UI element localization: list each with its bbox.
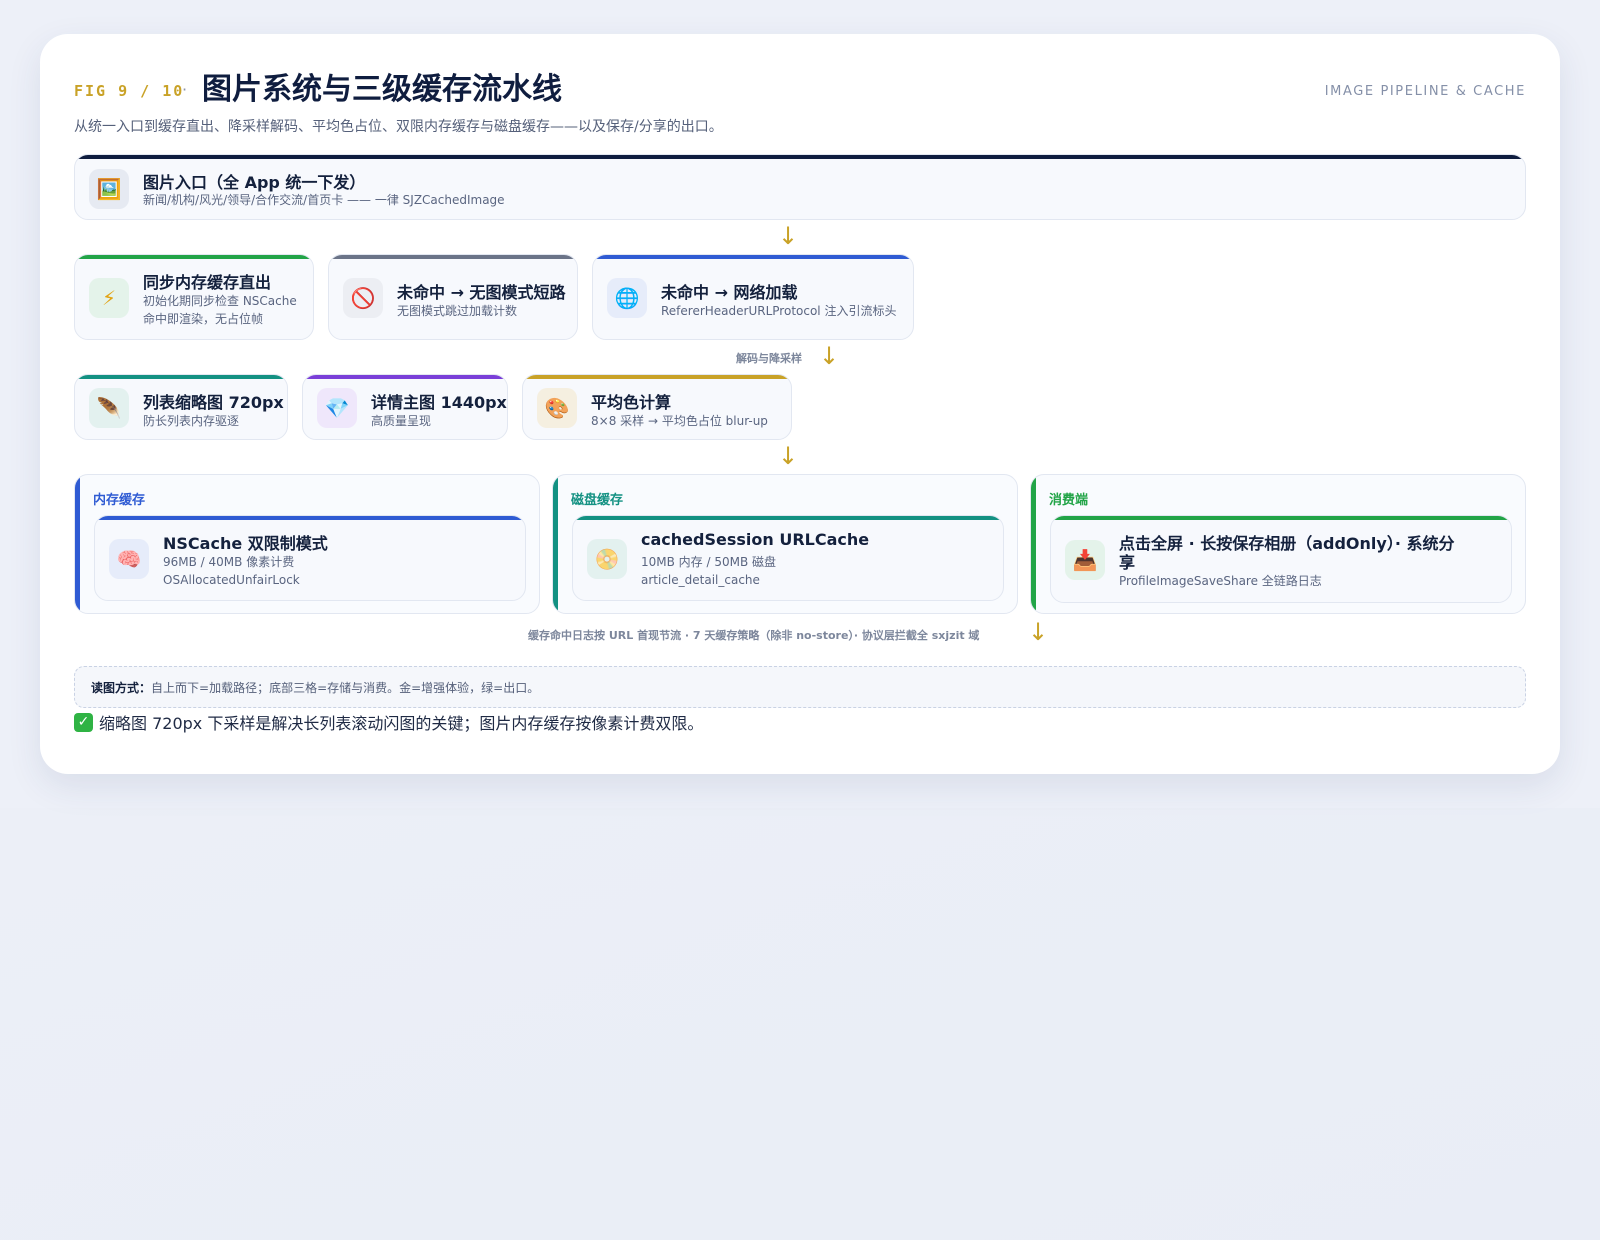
node-title: 享 [1119, 553, 1136, 572]
node-urlcache: 📀 cachedSession URLCache 10MB 内存 / 50MB … [572, 515, 1004, 601]
node-title: 列表缩略图 720px [143, 393, 284, 412]
node-title: 平均色计算 [591, 393, 672, 412]
node-title: 详情主图 1440px [371, 393, 507, 412]
figure-title: 图片系统与三级缓存流水线 [202, 72, 562, 107]
node-title: 未命中 → 无图模式短路 [397, 283, 566, 302]
figure-subtitle: 从统一入口到缓存直出、降采样解码、平均色占位、双限内存缓存与磁盘缓存——以及保存… [74, 119, 723, 135]
edge-label-decode: 解码与降采样 [736, 352, 802, 365]
arrow-down: ↓ [778, 442, 799, 470]
figure-tag: IMAGE PIPELINE & CACHE [1324, 84, 1526, 99]
node-subtitle: 无图模式跳过加载计数 [397, 304, 518, 318]
reading-guide-text: 自上而下=加载路径；底部三格=存储与消费。金=增强体验，绿=出口。 [151, 681, 540, 695]
node-subtitle: 高质量呈现 [371, 414, 432, 428]
node-title: 同步内存缓存直出 [143, 273, 272, 292]
key-takeaway: ✓ 缩略图 720px 下采样是解决长列表滚动闪图的关键；图片内存缓存按像素计费… [74, 710, 703, 734]
figure-number: FIG 9 / 10 [74, 82, 185, 100]
palette-icon: 🎨 [537, 388, 577, 428]
node-subtitle: 初始化期同步检查 NSCache [143, 294, 297, 308]
title-separator: · [182, 80, 188, 99]
feather-icon: 🪶 [89, 388, 129, 428]
disc-icon: 📀 [587, 539, 627, 579]
node-save-share: 📥 点击全屏 · 长按保存相册（addOnly）· 系统分 享 ProfileI… [1050, 515, 1512, 603]
node-subtitle: 8×8 采样 → 平均色占位 blur-up [591, 414, 768, 428]
gem-icon: 💎 [317, 388, 357, 428]
node-subtitle: 命中即渲染，无占位帧 [143, 312, 264, 326]
node-subtitle: 防长列表内存驱逐 [143, 414, 240, 428]
inbox-tray-icon: 📥 [1065, 540, 1105, 580]
node-subtitle: OSAllocatedUnfairLock [163, 573, 300, 587]
group-label: 消费端 [1049, 493, 1089, 508]
node-nscache: 🧠 NSCache 双限制模式 96MB / 40MB 像素计费 OSAlloc… [94, 515, 526, 601]
edge-label-footer: 缓存命中日志按 URL 首现节流 · 7 天缓存策略（除非 no-store）·… [528, 629, 980, 642]
group-disk-cache: 磁盘缓存 📀 cachedSession URLCache 10MB 内存 / … [552, 474, 1018, 614]
node-subtitle: 96MB / 40MB 像素计费 [163, 555, 295, 569]
group-memory-cache: 内存缓存 🧠 NSCache 双限制模式 96MB / 40MB 像素计费 OS… [74, 474, 540, 614]
reading-guide-label: 读图方式： [91, 681, 152, 695]
reading-guide: 读图方式：自上而下=加载路径；底部三格=存储与消费。金=增强体验，绿=出口。 [74, 666, 1526, 708]
no-entry-icon: 🚫 [343, 278, 383, 318]
key-takeaway-text: 缩略图 720px 下采样是解决长列表滚动闪图的关键；图片内存缓存按像素计费双限… [99, 714, 704, 733]
node-title: NSCache 双限制模式 [163, 534, 328, 553]
node-subtitle: 10MB 内存 / 50MB 磁盘 [641, 555, 777, 569]
node-subtitle: 新闻/机构/风光/领导/合作交流/首页卡 —— 一律 SJZCachedImag… [143, 193, 505, 207]
arrow-down: ↓ [1028, 618, 1049, 646]
node-title: 点击全屏 · 长按保存相册（addOnly）· 系统分 [1119, 534, 1455, 553]
figure-header: FIG 9 / 10 · 图片系统与三级缓存流水线 IMAGE PIPELINE… [74, 64, 1526, 112]
group-label: 磁盘缓存 [571, 493, 624, 508]
node-sync-memory-cache: ⚡ 同步内存缓存直出 初始化期同步检查 NSCache 命中即渲染，无占位帧 [74, 254, 314, 340]
node-no-image-mode: 🚫 未命中 → 无图模式短路 无图模式跳过加载计数 [328, 254, 578, 340]
group-consumer: 消费端 📥 点击全屏 · 长按保存相册（addOnly）· 系统分 享 Prof… [1030, 474, 1526, 614]
group-label: 内存缓存 [93, 493, 146, 508]
node-subtitle: RefererHeaderURLProtocol 注入引流标头 [661, 304, 897, 318]
arrow-down: ↓ [819, 342, 840, 370]
node-network-load: 🌐 未命中 → 网络加载 RefererHeaderURLProtocol 注入… [592, 254, 914, 340]
arrow-down: ↓ [778, 222, 799, 250]
node-subtitle: article_detail_cache [641, 573, 760, 587]
node-title: cachedSession URLCache [641, 530, 870, 549]
lightning-icon: ⚡ [89, 278, 129, 318]
globe-icon: 🌐 [607, 278, 647, 318]
check-mark-icon: ✓ [74, 712, 93, 732]
node-image-entry: 🖼️ 图片入口（全 App 统一下发） 新闻/机构/风光/领导/合作交流/首页卡… [74, 154, 1526, 220]
node-detail-1440: 💎 详情主图 1440px 高质量呈现 [302, 374, 508, 440]
node-subtitle: ProfileImageSaveShare 全链路日志 [1119, 574, 1322, 588]
node-title: 图片入口（全 App 统一下发） [143, 173, 366, 192]
figure-card: FIG 9 / 10 · 图片系统与三级缓存流水线 IMAGE PIPELINE… [40, 34, 1560, 774]
node-average-color: 🎨 平均色计算 8×8 采样 → 平均色占位 blur-up [522, 374, 792, 440]
framed-picture-icon: 🖼️ [89, 169, 129, 209]
node-title: 未命中 → 网络加载 [661, 283, 798, 302]
brain-icon: 🧠 [109, 539, 149, 579]
node-thumbnail-720: 🪶 列表缩略图 720px 防长列表内存驱逐 [74, 374, 288, 440]
